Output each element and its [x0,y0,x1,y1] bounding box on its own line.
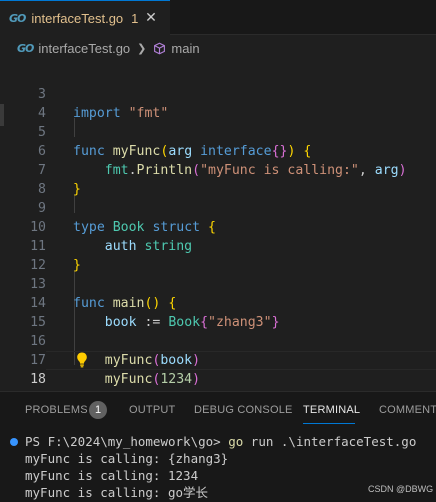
active-tab-indicator [303,423,355,424]
code-line: 11 } [0,218,436,273]
tab-problem-count: 1 [131,10,139,26]
code-line: 5 func myFunc(arg interface{}) { [0,104,436,159]
code-line-active: 18 myFunc("go学长") [0,351,436,387]
breadcrumb: GO interfaceTest.go ❯ main [0,36,436,61]
code-line: 10 auth string [0,199,436,254]
tab-interfacetest-go[interactable]: GO interfaceTest.go 1 ✕ [0,0,170,35]
terminal-command: go [228,434,244,449]
chevron-right-icon: ❯ [137,42,147,55]
editor-tab-bar: GO interfaceTest.go 1 ✕ [0,0,436,35]
code-line: 8 [0,161,436,197]
code-line: 12 [0,237,436,273]
code-line: 16 myFunc(book) [0,313,436,368]
command-success-dot-icon [10,438,18,446]
problems-badge: 1 [89,401,107,419]
terminal-args: run .\interfaceTest.go [250,434,417,449]
function-cube-icon [154,42,166,55]
breadcrumb-symbol[interactable]: main [171,41,199,56]
go-file-icon: GO [17,42,34,55]
code-line: 13 func main() { [0,256,436,311]
tab-comments[interactable]: COMMENTS [379,404,436,416]
panel-tab-bar: PROBLEMS 1 OUTPUT DEBUG CONSOLE TERMINAL… [0,392,436,427]
terminal-output-line: myFunc is calling: {zhang3} [25,451,229,466]
terminal-output-line: myFunc is calling: go学长 [25,485,209,500]
tab-terminal[interactable]: TERMINAL [303,404,360,416]
close-icon[interactable]: ✕ [143,10,159,26]
watermark: CSDN @DBWG [368,484,434,494]
tab-debug-console[interactable]: DEBUG CONSOLE [194,404,293,416]
tab-problems[interactable]: PROBLEMS [25,404,88,416]
terminal-output-line: myFunc is calling: 1234 [25,468,199,483]
tab-label: interfaceTest.go [31,10,124,26]
lightbulb-icon[interactable] [76,351,88,369]
go-file-icon: GO [9,11,26,25]
code-line: 19 } [0,370,436,389]
code-line: 17 myFunc(1234) [0,332,436,387]
terminal-command-line: PS F:\2024\my_homework\go> go run .\inte… [25,433,416,451]
code-line: 9 type Book struct { [0,180,436,235]
code-line: 3 import "fmt" [0,66,436,121]
code-editor[interactable]: 3 import "fmt" 4 5 func myFunc(arg inter… [0,61,436,391]
code-line: 15 [0,294,436,330]
terminal-prompt: PS F:\2024\my_homework\go> [25,434,221,449]
code-line: 7 } [0,142,436,197]
code-line: 14 book := Book{"zhang3"} [0,275,436,330]
tab-output[interactable]: OUTPUT [129,404,175,416]
code-line: 4 [0,85,436,121]
code-line: 6 fmt.Println("myFunc is calling:", arg) [0,123,436,178]
breadcrumb-file[interactable]: interfaceTest.go [38,41,130,56]
